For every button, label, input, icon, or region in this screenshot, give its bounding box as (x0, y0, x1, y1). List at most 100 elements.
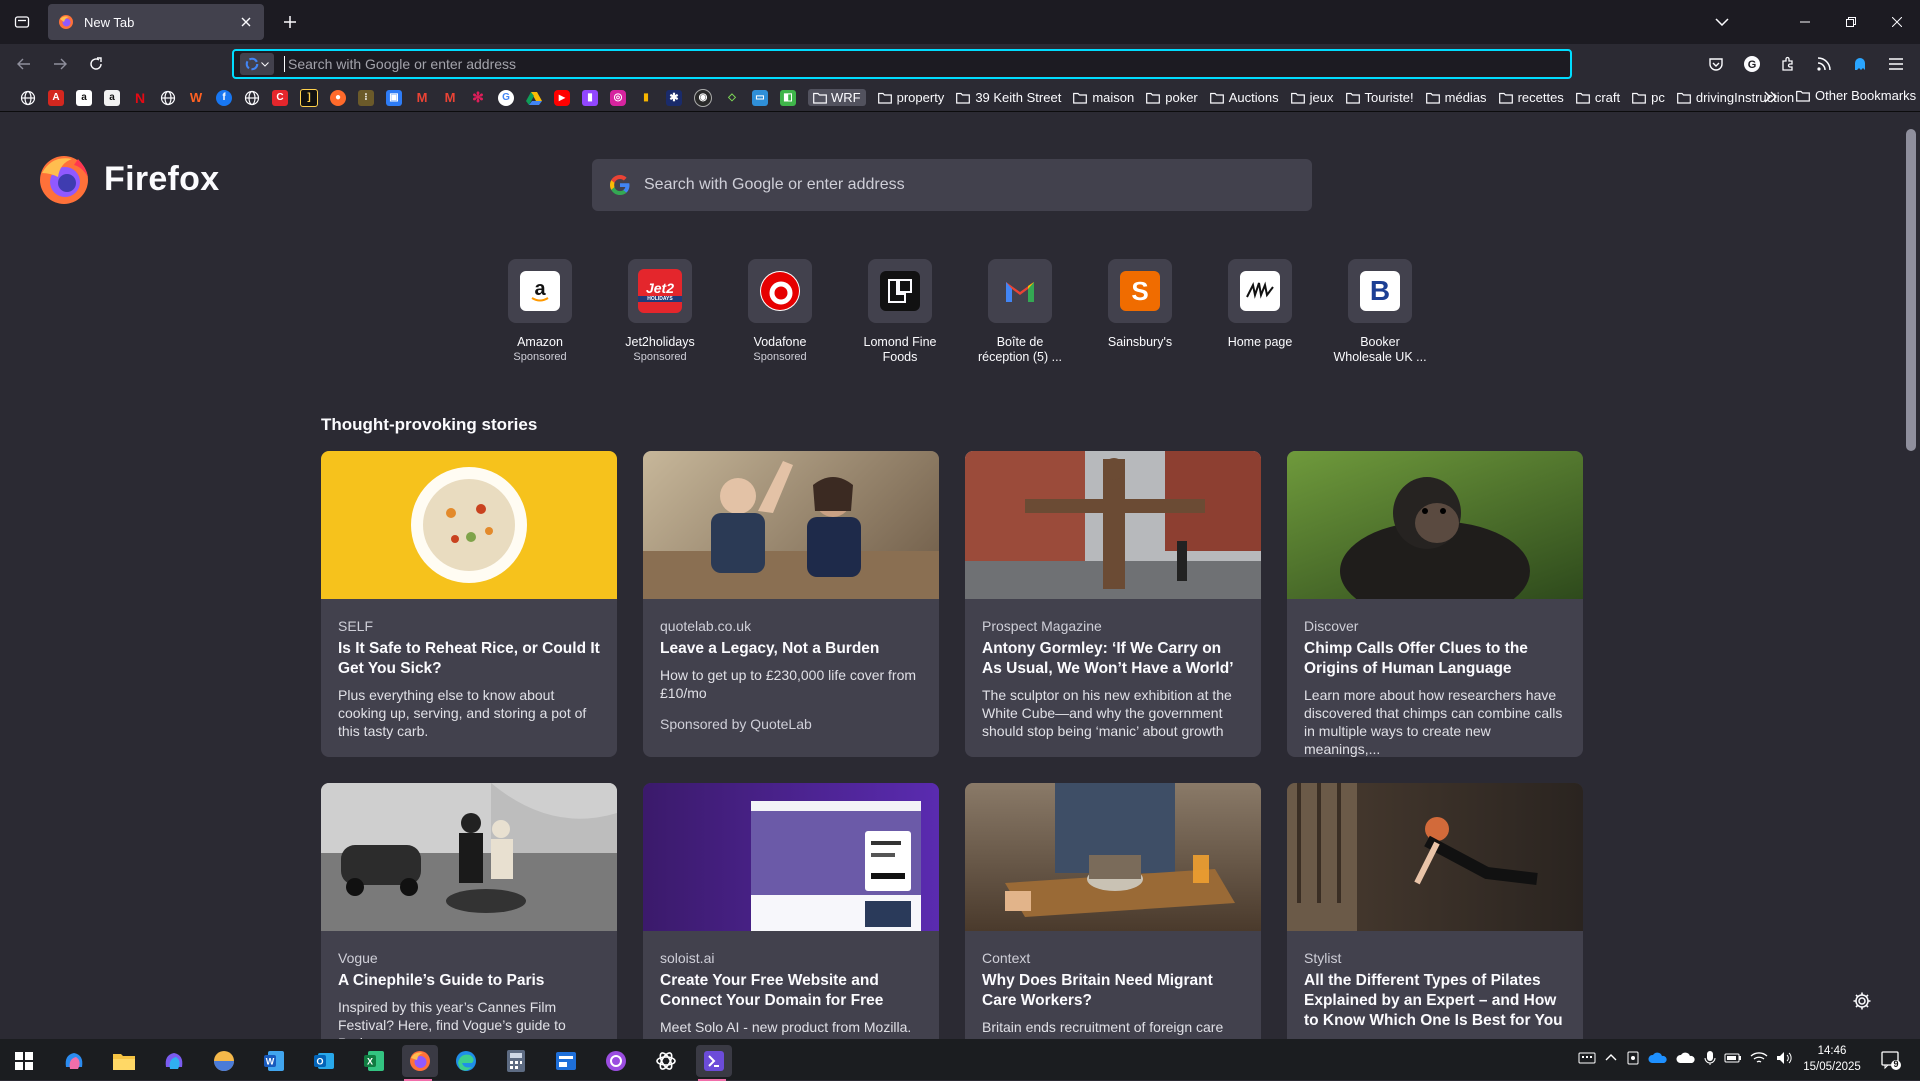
bookmark-drive-icon[interactable] (526, 90, 542, 106)
story-card[interactable]: Context Why Does Britain Need Migrant Ca… (965, 783, 1261, 1039)
top-site[interactable]: a Amazon Sponsored (480, 259, 600, 365)
taskbar-podcast-app[interactable] (600, 1045, 632, 1077)
story-card[interactable]: Discover Chimp Calls Offer Clues to the … (1287, 451, 1583, 757)
bookmark-adobe-icon[interactable]: A (48, 89, 64, 106)
other-bookmarks-folder[interactable]: Other Bookmarks (1796, 88, 1916, 103)
bookmark-cricut-icon[interactable]: ● (330, 89, 346, 106)
wifi-icon[interactable] (1750, 1051, 1768, 1065)
search-engine-selector[interactable] (240, 53, 274, 75)
story-card[interactable]: soloist.ai Create Your Free Website and … (643, 783, 939, 1039)
bookmark-diamond-icon[interactable]: ◇ (724, 90, 740, 106)
bookmark-netflix-icon[interactable]: N (132, 90, 148, 106)
start-button[interactable] (8, 1045, 40, 1077)
taskbar-chatgpt[interactable] (650, 1045, 682, 1077)
page-scrollbar[interactable] (1902, 113, 1920, 1039)
app-menu-button[interactable] (1882, 50, 1910, 78)
bookmark-gmail-icon[interactable]: M (414, 90, 430, 106)
bookmark-beer-icon[interactable]: ⁝ (358, 89, 374, 106)
taskbar-word[interactable]: W (258, 1045, 290, 1077)
top-site[interactable]: Jet2 HOLIDAYS Jet2holidays Sponsored (600, 259, 720, 365)
story-card[interactable]: Prospect Magazine Antony Gormley: ‘If We… (965, 451, 1261, 757)
bookmark-facebook-icon[interactable]: f (216, 89, 232, 106)
reload-button[interactable] (82, 50, 110, 78)
taskbar-m365[interactable] (158, 1045, 190, 1077)
story-card[interactable]: Vogue A Cinephile’s Guide to Paris Inspi… (321, 783, 617, 1039)
close-window-button[interactable] (1874, 0, 1920, 44)
taskbar-excel[interactable]: X (358, 1045, 390, 1077)
onedrive-icon[interactable] (1648, 1051, 1668, 1065)
bookmark-jigsaw-icon[interactable]: ✱ (666, 89, 682, 106)
top-site[interactable]: S Sainsbury's (1080, 259, 1200, 365)
bookmark-folder[interactable]: médias (1425, 90, 1487, 105)
bookmark-folder[interactable]: recettes (1498, 90, 1564, 105)
bookmark-folder[interactable]: 39 Keith Street (956, 90, 1061, 105)
bookmark-folder[interactable]: Auctions (1209, 90, 1279, 105)
ghost-extension-button[interactable] (1846, 50, 1874, 78)
account-button[interactable]: G (1738, 50, 1766, 78)
bookmark-folder-wrf[interactable]: WRF (808, 89, 866, 106)
microphone-icon[interactable] (1704, 1050, 1716, 1066)
bookmarks-overflow-button[interactable] (1764, 90, 1778, 108)
bookmark-folder[interactable]: poker (1146, 90, 1198, 105)
cloud-icon[interactable] (1676, 1051, 1696, 1065)
extensions-button[interactable] (1774, 50, 1802, 78)
top-site[interactable]: Vodafone Sponsored (720, 259, 840, 365)
bookmark-wattpad-icon[interactable]: W (188, 90, 204, 106)
firefox-view-button[interactable] (8, 8, 36, 36)
bookmark-globe-icon[interactable] (244, 90, 260, 106)
back-button[interactable] (10, 50, 38, 78)
battery-icon[interactable] (1724, 1052, 1742, 1064)
bookmark-folder[interactable]: Touriste! (1345, 90, 1414, 105)
bookmark-gmail-alt-icon[interactable]: M (442, 90, 458, 106)
home-search-box[interactable]: Search with Google or enter address (592, 159, 1312, 211)
bookmark-amazon-icon[interactable]: a (76, 89, 92, 106)
bookmark-folder[interactable]: pc (1632, 90, 1665, 105)
rss-extension-button[interactable] (1810, 50, 1838, 78)
bookmark-instagram-icon[interactable]: ◎ (610, 89, 626, 106)
bookmark-twitch-icon[interactable]: ▮ (582, 89, 598, 106)
bookmark-youtube-icon[interactable]: ▶ (554, 89, 570, 106)
list-all-tabs-button[interactable] (1708, 8, 1736, 36)
bookmark-amazon-alt-icon[interactable]: a (104, 89, 120, 106)
top-site[interactable]: B Booker Wholesale UK ... (1320, 259, 1440, 365)
bookmark-dark-app-icon[interactable]: ] (300, 88, 318, 107)
system-clock[interactable]: 14:46 15/05/2025 (1800, 1043, 1864, 1075)
scrollbar-thumb[interactable] (1906, 129, 1916, 451)
bookmark-folder[interactable]: property (877, 90, 944, 105)
bookmark-circle-icon[interactable]: ◉ (694, 88, 712, 107)
new-tab-button[interactable] (276, 8, 304, 36)
keyboard-icon[interactable] (1578, 1051, 1596, 1065)
story-card[interactable]: quotelab.co.uk Leave a Legacy, Not a Bur… (643, 451, 939, 757)
top-site[interactable]: Lomond Fine Foods (840, 259, 960, 365)
bookmark-folder[interactable]: craft (1575, 90, 1620, 105)
bookmark-globe-icon[interactable] (160, 90, 176, 106)
tab-new-tab[interactable]: New Tab (48, 4, 264, 40)
taskbar-vs-app[interactable] (696, 1045, 732, 1081)
bookmark-folder[interactable]: jeux (1290, 90, 1334, 105)
personalize-button[interactable] (1852, 991, 1872, 1011)
bookmark-teams-icon[interactable]: ▣ (386, 89, 402, 106)
story-card[interactable]: Stylist All the Different Types of Pilat… (1287, 783, 1583, 1039)
taskbar-news[interactable] (550, 1045, 582, 1077)
top-site[interactable]: Home page (1200, 259, 1320, 365)
taskbar-copilot[interactable] (58, 1045, 90, 1077)
restore-button[interactable] (1828, 0, 1874, 44)
taskbar-firefox[interactable] (402, 1045, 438, 1081)
taskbar-browser-orb[interactable] (208, 1045, 240, 1077)
pocket-button[interactable] (1702, 50, 1730, 78)
bookmark-c-icon[interactable]: C (272, 89, 288, 106)
notification-center-button[interactable]: 9 (1880, 1049, 1902, 1071)
taskbar-file-explorer[interactable] (108, 1045, 140, 1077)
forward-button[interactable] (46, 50, 74, 78)
bookmark-toucan-icon[interactable]: ▭ (752, 89, 768, 106)
device-icon[interactable] (1626, 1050, 1640, 1066)
chevron-up-icon[interactable] (1604, 1051, 1618, 1065)
volume-icon[interactable] (1776, 1051, 1794, 1065)
minimize-button[interactable] (1782, 0, 1828, 44)
top-site[interactable]: Boîte de réception (5) ... (960, 259, 1080, 365)
taskbar-edge[interactable] (450, 1045, 482, 1077)
bookmark-doc-icon[interactable]: ◧ (780, 89, 796, 106)
bookmark-folder[interactable]: maison (1073, 90, 1134, 105)
bookmark-globe-icon[interactable] (20, 90, 36, 106)
bookmark-bars-icon[interactable]: ▮ (638, 90, 654, 106)
